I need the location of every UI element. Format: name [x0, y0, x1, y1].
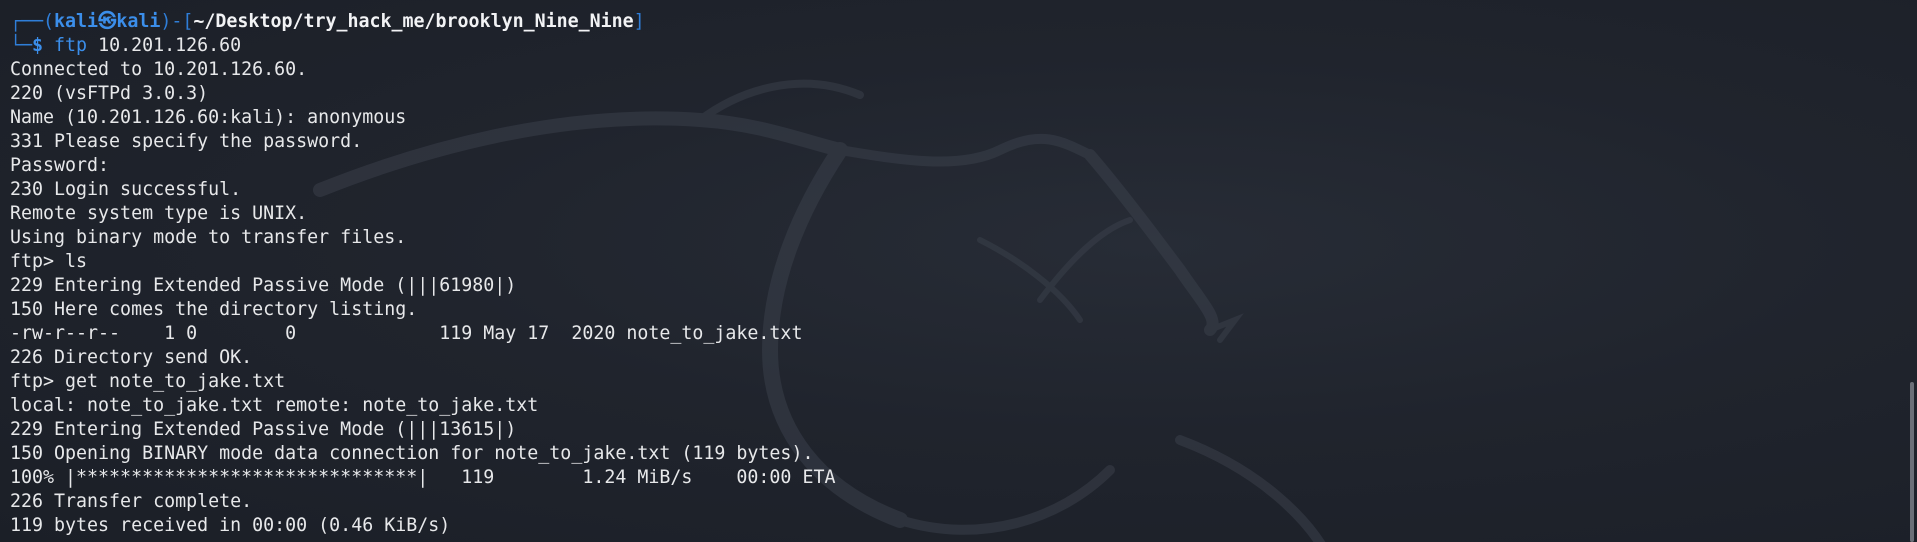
output-line: Name (10.201.126.60:kali): anonymous	[10, 107, 407, 128]
output-line: 150 Opening BINARY mode data connection …	[10, 443, 814, 464]
output-line: 331 Please specify the password.	[10, 131, 363, 152]
command-line: └─$ ftp 10.201.126.60	[10, 34, 1887, 58]
command-name: ftp	[54, 35, 88, 56]
output-line: Password:	[10, 155, 110, 176]
terminal-window[interactable]: ┌──(kali㉿kali)-[~/Desktop/try_hack_me/br…	[0, 0, 1917, 542]
scrollbar-thumb[interactable]	[1910, 382, 1914, 542]
output-line: ftp> ls	[10, 251, 88, 272]
prompt-separator: )-[	[160, 11, 194, 32]
prompt-close-bracket: ]	[633, 11, 645, 32]
kali-skull-icon: ㉿	[98, 11, 117, 32]
output-line: 230 Login successful.	[10, 179, 242, 200]
output-line: 229 Entering Extended Passive Mode (|||6…	[10, 275, 517, 296]
prompt-corner-bottom: └─	[10, 35, 33, 56]
output-line: 119 bytes received in 00:00 (0.46 KiB/s)	[10, 515, 451, 536]
output-line: 229 Entering Extended Passive Mode (|||1…	[10, 419, 517, 440]
output-line: Using binary mode to transfer files.	[10, 227, 407, 248]
prompt-line: ┌──(kali㉿kali)-[~/Desktop/try_hack_me/br…	[10, 10, 1887, 34]
output-line: 150 Here comes the directory listing.	[10, 299, 418, 320]
prompt-dollar: $	[32, 35, 55, 56]
output-line: 100% |*******************************| 1…	[10, 467, 836, 488]
output-line: 226 Directory send OK.	[10, 347, 253, 368]
scrollbar[interactable]	[1907, 0, 1917, 542]
output-line: Remote system type is UNIX.	[10, 203, 308, 224]
prompt-user: kali	[54, 11, 99, 32]
terminal-output: ┌──(kali㉿kali)-[~/Desktop/try_hack_me/br…	[10, 10, 1887, 538]
prompt-host: kali	[116, 11, 161, 32]
output-line: -rw-r--r-- 1 0 0 119 May 17 2020 note_to…	[10, 323, 803, 344]
command-argument: 10.201.126.60	[87, 35, 242, 56]
prompt-corner-top: ┌──(	[10, 11, 55, 32]
output-line: 226 Transfer complete.	[10, 491, 253, 512]
output-line: ftp> get note_to_jake.txt	[10, 371, 286, 392]
output-line: local: note_to_jake.txt remote: note_to_…	[10, 395, 539, 416]
output-line: Connected to 10.201.126.60.	[10, 59, 308, 80]
output-line: 220 (vsFTPd 3.0.3)	[10, 83, 209, 104]
prompt-path: ~/Desktop/try_hack_me/brooklyn_Nine_Nine	[193, 11, 634, 32]
